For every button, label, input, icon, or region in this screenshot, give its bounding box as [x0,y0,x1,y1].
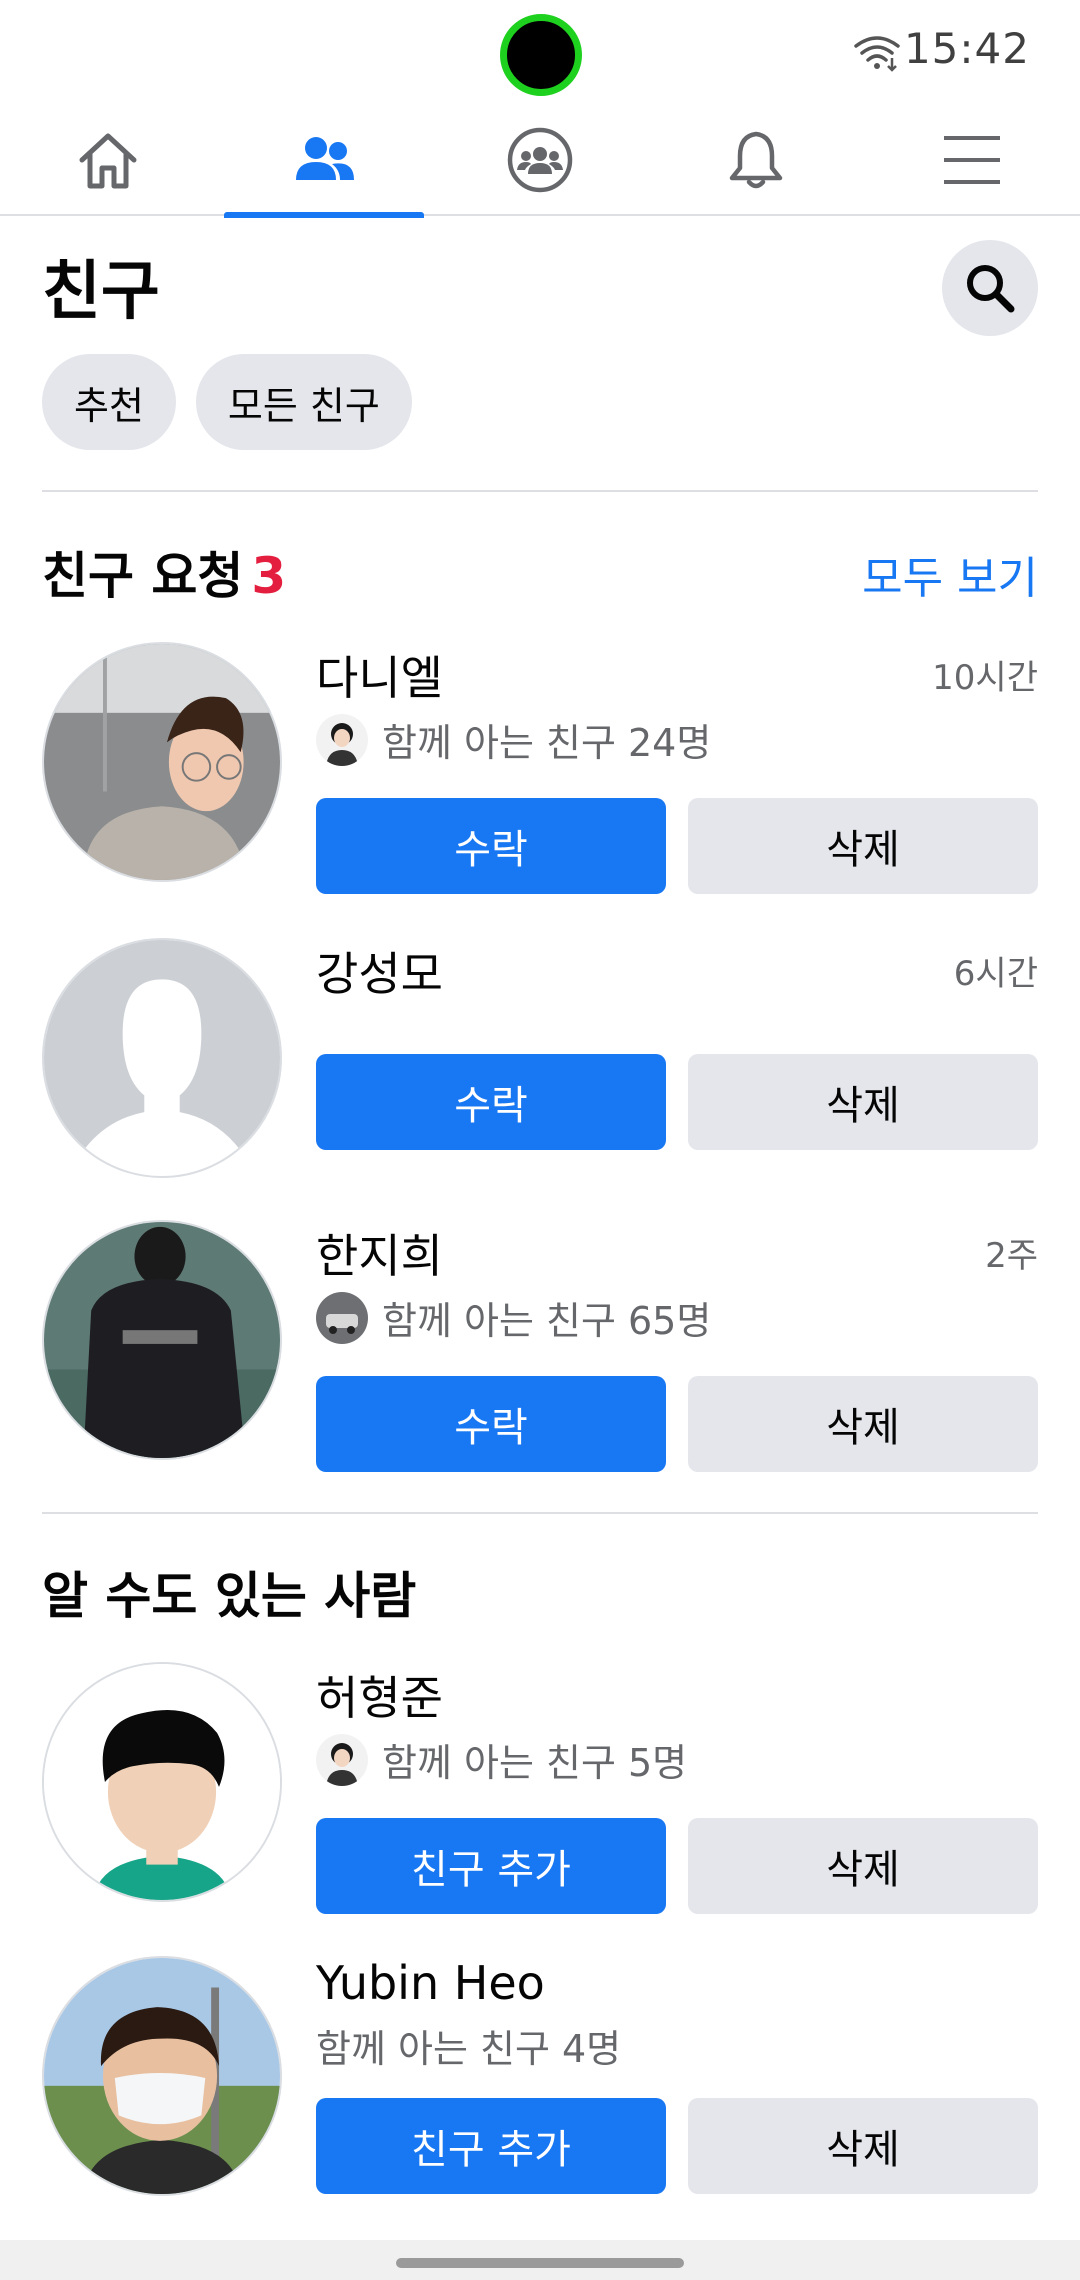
tab-notifications[interactable] [648,104,864,216]
profile-photo [44,1958,280,2194]
suggestion-card: Yubin Heo 함께 아는 친구 4명 친구 추가 삭제 [42,1956,1038,2196]
page-header: 친구 [42,240,1038,340]
mutual-friend-avatar [316,1291,368,1344]
friend-request-card: 다니엘 10시간 함께 아는 친구 24명 수락 삭제 [42,642,1038,902]
mutual-friend-avatar [316,1733,368,1786]
requests-count-badge: 3 [251,547,287,605]
home-indicator[interactable] [396,2258,684,2268]
remove-button[interactable]: 삭제 [688,1818,1038,1914]
avatar[interactable] [42,1220,282,1460]
search-icon [967,265,1015,313]
profile-photo [44,1222,280,1458]
requests-title-label: 친구 요청 [42,547,244,605]
remove-button[interactable]: 삭제 [688,2098,1038,2194]
mutual-friends: 함께 아는 친구 65명 [316,1290,711,1345]
avatar[interactable] [42,1956,282,2196]
wifi-icon [854,36,900,72]
tab-friends[interactable] [216,104,432,218]
tab-home[interactable] [0,104,216,216]
person-name[interactable]: 허형준 [316,1662,443,1728]
mutual-friends-text: 함께 아는 친구 5명 [382,1741,688,1785]
add-friend-button[interactable]: 친구 추가 [316,2098,666,2194]
friend-name[interactable]: 한지희 [316,1220,443,1286]
home-icon [79,133,137,189]
chip-suggestions[interactable]: 추천 [42,354,176,450]
search-button[interactable] [942,240,1038,336]
delete-button[interactable]: 삭제 [688,1054,1038,1150]
mutual-friends: 함께 아는 친구 5명 [316,1732,687,1787]
friend-request-card: 강성모 6시간 수락 삭제 [42,938,1038,1178]
profile-photo [44,644,280,880]
divider [42,1512,1038,1514]
friend-name[interactable]: 강성모 [316,938,443,1004]
mutual-friend-avatar [316,713,368,766]
mutual-friends: 함께 아는 친구 24명 [316,712,711,767]
friend-request-card: 한지희 2주 함께 아는 친구 65명 수락 삭제 [42,1220,1038,1480]
divider [42,490,1038,492]
request-time: 2주 [985,1236,1038,1276]
status-time: 15:42 [903,24,1030,73]
request-time: 6시간 [953,954,1038,994]
accept-button[interactable]: 수락 [316,798,666,894]
avatar[interactable] [42,938,282,1178]
tab-menu[interactable] [864,104,1080,216]
request-time: 10시간 [932,658,1038,698]
accept-button[interactable]: 수락 [316,1376,666,1472]
gesture-bar [0,2240,1080,2280]
suggestions-section-title: 알 수도 있는 사람 [42,1567,417,1625]
status-bar: 15:42 [0,0,1080,104]
mutual-friends-text: 함께 아는 친구 4명 [316,2027,622,2071]
mutual-friends-text: 함께 아는 친구 65명 [382,1299,712,1343]
add-friend-button[interactable]: 친구 추가 [316,1818,666,1914]
see-all-link[interactable]: 모두 보기 [862,542,1038,606]
avatar[interactable] [42,1662,282,1902]
page-title: 친구 [42,255,160,329]
chip-all-friends[interactable]: 모든 친구 [195,354,412,450]
person-name[interactable]: Yubin Heo [316,1956,545,2010]
filter-chips: 추천 모든 친구 [42,354,412,450]
accept-button[interactable]: 수락 [316,1054,666,1150]
friends-icon [296,137,354,180]
avatar[interactable] [42,642,282,882]
requests-section-title: 친구 요청 3 [42,536,286,608]
default-profile-silhouette [44,940,280,1176]
top-nav-bar [0,104,1080,218]
menu-icon [944,136,1000,184]
groups-icon [507,127,573,193]
tab-groups[interactable] [432,104,648,216]
suggestion-card: 허형준 함께 아는 친구 5명 친구 추가 삭제 [42,1662,1038,1922]
friend-name[interactable]: 다니엘 [316,642,443,708]
delete-button[interactable]: 삭제 [688,798,1038,894]
bell-icon [729,131,783,189]
profile-illustration [44,1664,280,1900]
mutual-friends-text: 함께 아는 친구 24명 [382,721,712,765]
camera-cutout [500,14,582,96]
delete-button[interactable]: 삭제 [688,1376,1038,1472]
